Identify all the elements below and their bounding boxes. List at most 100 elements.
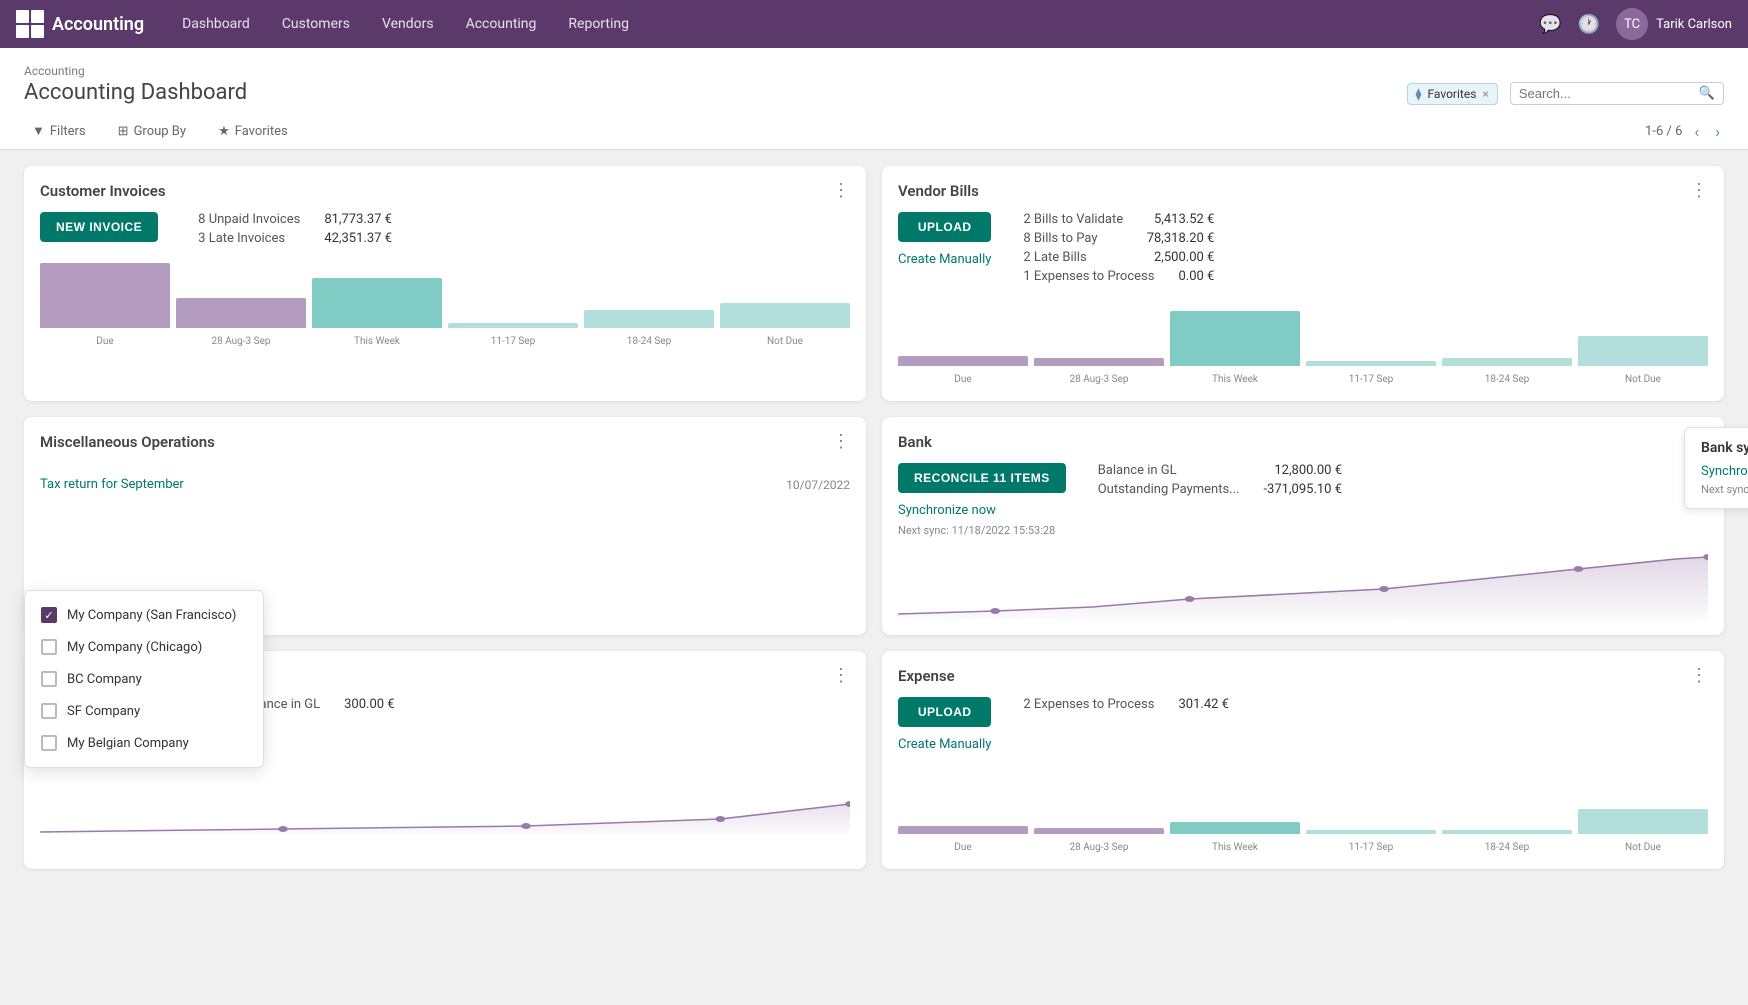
search-input[interactable] xyxy=(1519,86,1695,101)
bar-18sep xyxy=(584,310,714,328)
groupby-icon: ⊞ xyxy=(118,124,129,139)
label-aug: 28 Aug-3 Sep xyxy=(176,336,306,347)
misc-row-1: Tax return for September 10/07/2022 xyxy=(40,471,850,498)
prev-page-button[interactable]: ‹ xyxy=(1690,120,1703,143)
company-item-0[interactable]: ✓ My Company (San Francisco) xyxy=(25,599,263,631)
company-item-1[interactable]: My Company (Chicago) xyxy=(25,631,263,663)
chart-labels: Due 28 Aug-3 Sep This Week 11-17 Sep 18-… xyxy=(40,336,850,347)
company-checkbox-2[interactable] xyxy=(41,671,57,687)
bar-notdue-fill xyxy=(720,303,850,328)
vb-label-notdue: Not Due xyxy=(1578,374,1708,385)
filters-label: Filters xyxy=(50,124,86,139)
vb-label-1: 2 Bills to Validate xyxy=(1023,212,1123,227)
bank-stat-1: Balance in GL 12,800.00 € xyxy=(1098,463,1342,478)
company-item-2[interactable]: BC Company xyxy=(25,663,263,695)
bank-balance-label: Balance in GL xyxy=(1098,463,1177,478)
company-item-4[interactable]: My Belgian Company xyxy=(25,727,263,759)
bar-this-week xyxy=(312,278,442,328)
group-by-button[interactable]: ⊞ Group By xyxy=(110,119,194,143)
exp-label-aug: 28 Aug-3 Sep xyxy=(1034,842,1164,853)
favorites-button[interactable]: ★ Favorites xyxy=(210,119,296,143)
customer-invoices-menu[interactable]: ⋮ xyxy=(832,182,850,200)
vb-label-thisweek: This Week xyxy=(1170,374,1300,385)
filter-tag[interactable]: ⧫ Favorites × xyxy=(1407,83,1498,105)
main-content: Customer Invoices ⋮ NEW INVOICE 8 Unpaid… xyxy=(0,150,1748,885)
bank-line-chart xyxy=(898,549,1708,619)
expense-content: UPLOAD Create Manually 2 Expenses to Pro… xyxy=(898,697,1708,752)
vb-bar-week-fill xyxy=(1170,311,1300,366)
sync-tooltip-link[interactable]: Synchronize now xyxy=(1701,464,1748,479)
misc-tax-return-link[interactable]: Tax return for September xyxy=(40,477,184,492)
chat-icon[interactable]: 💬 xyxy=(1539,14,1561,35)
unpaid-label: 8 Unpaid Invoices xyxy=(198,212,300,227)
expense-create-manually-link[interactable]: Create Manually xyxy=(898,737,991,752)
user-menu[interactable]: TC Tarik Carlson xyxy=(1616,8,1732,40)
exp-bar-2 xyxy=(1034,828,1164,834)
upload-button[interactable]: UPLOAD xyxy=(898,212,991,242)
vb-bar-week xyxy=(1170,311,1300,366)
vendor-bills-stats: 2 Bills to Validate 5,413.52 € 8 Bills t… xyxy=(1023,212,1214,284)
company-checkbox-1[interactable] xyxy=(41,639,57,655)
customer-invoices-card: Customer Invoices ⋮ NEW INVOICE 8 Unpaid… xyxy=(24,166,866,401)
company-dropdown: ✓ My Company (San Francisco) My Company … xyxy=(24,590,264,768)
top-navigation: Accounting Dashboard Customers Vendors A… xyxy=(0,0,1748,48)
new-invoice-button[interactable]: NEW INVOICE xyxy=(40,212,158,242)
bar-aug xyxy=(176,298,306,328)
filter-tag-close[interactable]: × xyxy=(1482,87,1488,101)
exp-bar-fill-5 xyxy=(1442,830,1572,834)
bank-outstanding-label: Outstanding Payments... xyxy=(1098,482,1240,497)
bank-card: Bank ⋮ RECONCILE 11 ITEMS Synchronize no… xyxy=(882,417,1724,635)
exp-bar-fill-3 xyxy=(1170,822,1300,834)
bank-sync-title: Bank synchronization xyxy=(1701,440,1748,456)
next-page-button[interactable]: › xyxy=(1711,120,1724,143)
create-manually-link[interactable]: Create Manually xyxy=(898,252,991,267)
company-label-3: SF Company xyxy=(67,704,140,719)
vendor-bills-content: UPLOAD Create Manually 2 Bills to Valida… xyxy=(898,212,1708,284)
cash-menu[interactable]: ⋮ xyxy=(832,667,850,685)
bank-title: Bank xyxy=(898,433,932,451)
search-bar[interactable]: 🔍 xyxy=(1510,82,1724,105)
reconcile-bank-button[interactable]: RECONCILE 11 ITEMS xyxy=(898,463,1066,493)
group-by-label: Group By xyxy=(134,124,187,139)
expense-menu[interactable]: ⋮ xyxy=(1690,667,1708,685)
company-label-2: BC Company xyxy=(67,672,142,687)
vb-label-4: 1 Expenses to Process xyxy=(1023,269,1154,284)
toolbar-row: ▼ Filters ⊞ Group By ★ Favorites 1-6 / 6… xyxy=(24,113,1724,149)
company-checkbox-4[interactable] xyxy=(41,735,57,751)
late-value: 42,351.37 € xyxy=(324,231,392,246)
expense-upload-button[interactable]: UPLOAD xyxy=(898,697,991,727)
vb-value-2: 78,318.20 € xyxy=(1147,231,1215,246)
exp-bar-6 xyxy=(1578,809,1708,834)
misc-menu[interactable]: ⋮ xyxy=(832,433,850,451)
vendor-bills-menu[interactable]: ⋮ xyxy=(1690,182,1708,200)
vb-label-3: 2 Late Bills xyxy=(1023,250,1086,265)
synchronize-now-link[interactable]: Synchronize now xyxy=(898,503,1066,518)
bar-not-due xyxy=(720,303,850,328)
company-checkbox-3[interactable] xyxy=(41,703,57,719)
app-logo[interactable]: Accounting xyxy=(16,10,144,38)
vb-stat-2: 8 Bills to Pay 78,318.20 € xyxy=(1023,231,1214,246)
filters-button[interactable]: ▼ Filters xyxy=(24,119,94,143)
cash-svg-chart xyxy=(40,764,850,834)
nav-vendors[interactable]: Vendors xyxy=(368,10,448,38)
sync-tooltip-next: Next sync: 11/18/2022 15:53:28 xyxy=(1701,483,1748,496)
nav-customers[interactable]: Customers xyxy=(268,10,364,38)
clock-icon[interactable]: 🕐 xyxy=(1578,14,1600,35)
avatar: TC xyxy=(1616,8,1648,40)
nav-accounting[interactable]: Accounting xyxy=(452,10,551,38)
bar-18sep-fill xyxy=(584,310,714,328)
toolbar-left: ▼ Filters ⊞ Group By ★ Favorites xyxy=(24,119,296,143)
vb-bar-11sep-fill xyxy=(1306,361,1436,366)
company-checkbox-0[interactable]: ✓ xyxy=(41,607,57,623)
page-title-row: Accounting Dashboard ⧫ Favorites × 🔍 xyxy=(24,80,1724,113)
nav-reporting[interactable]: Reporting xyxy=(554,10,643,38)
bank-outstanding-value: -371,095.10 € xyxy=(1263,482,1342,497)
app-name: Accounting xyxy=(52,14,144,35)
company-item-3[interactable]: SF Company xyxy=(25,695,263,727)
bank-chart-dot xyxy=(1379,586,1389,592)
search-icon[interactable]: 🔍 xyxy=(1699,86,1715,101)
exp-label-week: This Week xyxy=(1170,842,1300,853)
vb-label-due: Due xyxy=(898,374,1028,385)
expense-header: Expense ⋮ xyxy=(898,667,1708,685)
nav-dashboard[interactable]: Dashboard xyxy=(168,10,264,38)
